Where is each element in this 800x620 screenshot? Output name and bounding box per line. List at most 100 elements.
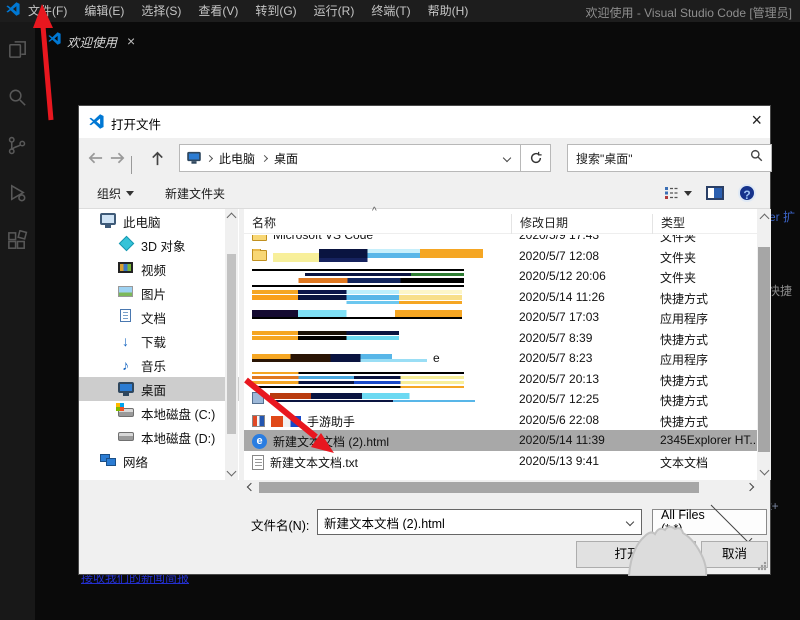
sidebar-item-桌面[interactable]: 桌面 bbox=[79, 377, 239, 401]
dialog-close-icon[interactable]: × bbox=[751, 109, 762, 131]
network-icon bbox=[99, 453, 116, 469]
sidebar-item-音乐[interactable]: ♪ 音乐 bbox=[79, 353, 239, 377]
scroll-up-icon[interactable] bbox=[759, 213, 770, 224]
open-button[interactable]: 打开(O) bbox=[576, 541, 696, 568]
column-header-name[interactable]: 名称 bbox=[244, 214, 511, 234]
breadcrumb-desktop[interactable]: 桌面 bbox=[274, 150, 298, 167]
list-vertical-scrollbar[interactable] bbox=[757, 209, 771, 480]
table-row[interactable]: 手游助手 2020/5/6 22:08 快捷方式 bbox=[244, 410, 757, 431]
table-row[interactable]: e 2020/5/7 8:23 应用程序 bbox=[244, 348, 757, 369]
redacted-scribble bbox=[252, 371, 464, 388]
sidebar-item-视频[interactable]: 视频 bbox=[79, 257, 239, 281]
address-dropdown-icon[interactable] bbox=[502, 153, 512, 163]
breadcrumb[interactable]: 此电脑 桌面 bbox=[179, 144, 521, 172]
tab-close-icon[interactable]: × bbox=[127, 33, 135, 49]
table-row[interactable]: 2020/5/7 12:25 快捷方式 bbox=[244, 389, 757, 410]
desktop-icon bbox=[117, 382, 134, 396]
table-row[interactable]: 2020/5/14 11:26 快捷方式 bbox=[244, 287, 757, 308]
scroll-right-icon[interactable] bbox=[745, 482, 755, 492]
vscode-logo-icon bbox=[6, 1, 20, 21]
file-date: 2020/5/12 20:06 bbox=[519, 269, 606, 283]
table-row[interactable]: 2020/5/7 17:03 应用程序 bbox=[244, 307, 757, 328]
scroll-down-icon[interactable] bbox=[226, 466, 237, 477]
scroll-down-icon[interactable] bbox=[759, 465, 770, 476]
menu-item[interactable]: 转到(G) bbox=[255, 4, 296, 18]
file-date: 2020/5/6 22:08 bbox=[519, 412, 600, 427]
resize-grip[interactable] bbox=[757, 561, 767, 571]
table-row[interactable]: 2020/5/7 8:39 快捷方式 bbox=[244, 328, 757, 349]
organize-button[interactable]: 组织 bbox=[97, 185, 135, 202]
column-header-date[interactable]: 修改日期 bbox=[511, 214, 652, 234]
chevron-right-icon bbox=[205, 154, 214, 162]
run-debug-icon[interactable] bbox=[6, 182, 29, 205]
sidebar-item-label: 本地磁盘 (D:) bbox=[141, 431, 216, 446]
document-icon bbox=[117, 309, 134, 325]
chevron-down-icon[interactable] bbox=[625, 517, 635, 527]
file-date: 2020/5/7 8:23 bbox=[519, 351, 593, 365]
welcome-link-clipped[interactable]: 接收我们的新闻简报 bbox=[81, 575, 199, 586]
redacted-scribble bbox=[252, 353, 427, 363]
file-name: 新建文本文档.txt bbox=[270, 455, 359, 470]
sidebar-item-下载[interactable]: ↓ 下载 bbox=[79, 329, 239, 353]
sidebar-item-label: 3D 对象 bbox=[141, 239, 186, 254]
view-mode-button[interactable] bbox=[664, 186, 692, 200]
filetype-select[interactable]: All Files (*.*) bbox=[652, 501, 767, 543]
scrollbar-thumb[interactable] bbox=[227, 254, 236, 434]
filename-input[interactable] bbox=[318, 514, 627, 530]
source-control-icon[interactable] bbox=[6, 134, 29, 157]
history-chevron-icon[interactable] bbox=[131, 156, 132, 174]
table-row[interactable]: 新建文本文档.txt 2020/5/13 9:41 文本文档 bbox=[244, 451, 757, 472]
scroll-up-icon[interactable] bbox=[226, 212, 237, 223]
sidebar-scrollbar[interactable] bbox=[225, 209, 238, 480]
scrollbar-thumb[interactable] bbox=[259, 482, 699, 493]
table-row[interactable]: 2020/5/7 20:13 快捷方式 bbox=[244, 369, 757, 390]
breadcrumb-this-pc[interactable]: 此电脑 bbox=[219, 150, 255, 167]
sidebar-item-label: 本地磁盘 (C:) bbox=[141, 407, 216, 422]
file-date: 2020/5/7 12:25 bbox=[519, 392, 600, 406]
file-name-cell bbox=[252, 289, 508, 304]
sidebar-item-网络[interactable]: 网络 bbox=[79, 449, 239, 473]
magnifier-icon[interactable] bbox=[750, 149, 763, 167]
table-row[interactable]: 2020/5/12 20:06 文件夹 bbox=[244, 266, 757, 287]
forward-icon[interactable] bbox=[109, 150, 126, 171]
tab-welcome[interactable]: 欢迎使用 × bbox=[48, 28, 135, 54]
extensions-icon[interactable] bbox=[6, 229, 29, 253]
menu-item[interactable]: 运行(R) bbox=[314, 4, 355, 18]
menu-item[interactable]: 选择(S) bbox=[141, 4, 181, 18]
file-type: 快捷方式 bbox=[660, 414, 709, 429]
scrollbar-thumb[interactable] bbox=[758, 247, 770, 452]
refresh-button[interactable] bbox=[521, 144, 551, 172]
menu-item[interactable]: 编辑(E) bbox=[84, 4, 124, 18]
disk-d-icon bbox=[117, 430, 134, 444]
search-input[interactable] bbox=[568, 150, 750, 166]
column-header-type[interactable]: 类型 bbox=[652, 214, 757, 234]
filename-box bbox=[317, 509, 642, 535]
scroll-left-icon[interactable] bbox=[246, 482, 256, 492]
new-folder-button[interactable]: 新建文件夹 bbox=[165, 185, 225, 202]
table-row[interactable]: Microsoft VS Code 2020/5/9 17:43 文件夹 bbox=[244, 235, 757, 246]
menu-item[interactable]: 查看(V) bbox=[198, 4, 238, 18]
sidebar-item-图片[interactable]: 图片 bbox=[79, 281, 239, 305]
menu-item[interactable]: 帮助(H) bbox=[428, 4, 469, 18]
up-icon[interactable] bbox=[149, 150, 166, 172]
details-view-icon bbox=[665, 187, 678, 199]
sidebar-item-label: 桌面 bbox=[141, 383, 167, 398]
table-row[interactable]: 2020/5/7 12:08 文件夹 bbox=[244, 246, 757, 267]
sidebar-item-本地磁盘 (C:)[interactable]: 本地磁盘 (C:) bbox=[79, 401, 239, 425]
preview-pane-icon[interactable] bbox=[706, 186, 724, 200]
disk-c-icon bbox=[115, 403, 134, 420]
search-icon[interactable] bbox=[6, 86, 29, 109]
sidebar-item-本地磁盘 (D:)[interactable]: 本地磁盘 (D:) bbox=[79, 425, 239, 449]
menu-item[interactable]: 文件(F) bbox=[28, 4, 67, 18]
menu-item[interactable]: 终端(T) bbox=[371, 4, 410, 18]
sidebar-item-文档[interactable]: 文档 bbox=[79, 305, 239, 329]
search-box bbox=[567, 144, 772, 172]
video-icon bbox=[117, 262, 134, 276]
sidebar-item-此电脑[interactable]: 此电脑 bbox=[79, 209, 239, 233]
sidebar-item-3D 对象[interactable]: 3D 对象 bbox=[79, 233, 239, 257]
back-icon[interactable] bbox=[87, 150, 104, 171]
table-row[interactable]: e 新建文本文档 (2).html 2020/5/14 11:39 2345Explo… bbox=[244, 430, 757, 451]
list-horizontal-scrollbar[interactable] bbox=[244, 480, 757, 495]
help-button[interactable]: ? bbox=[738, 184, 756, 202]
explorer-icon[interactable] bbox=[6, 38, 29, 61]
